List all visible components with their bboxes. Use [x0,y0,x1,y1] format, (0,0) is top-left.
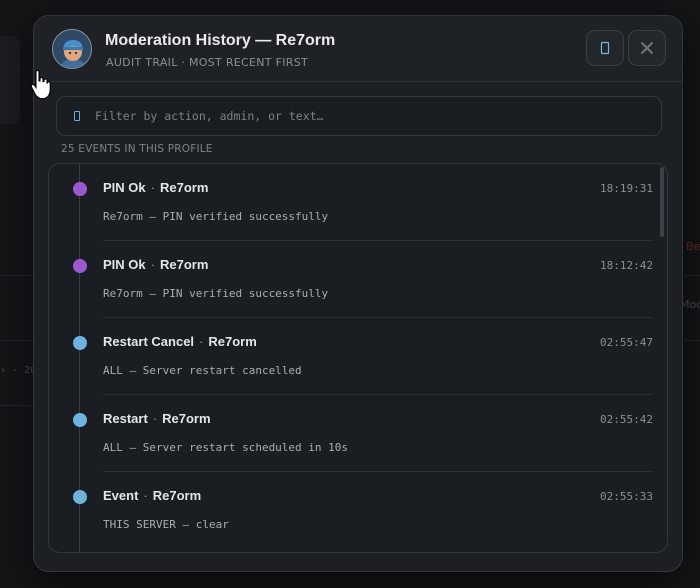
background-divider [0,275,33,276]
scrollbar[interactable] [660,167,664,237]
background-divider [683,275,700,276]
copy-icon [600,41,610,55]
event-time: 02:55:33 [600,490,653,503]
event-time: 18:19:31 [600,182,653,195]
event-action: Event [103,488,139,503]
background-text: Mod [680,298,700,311]
event-heading: PIN Ok · Re7orm [103,257,208,272]
modal-title: Moderation History — Re7orm [105,32,336,49]
separator: · [152,411,158,426]
separator: · [199,334,204,349]
background-text: Be [686,240,700,253]
event-action: Restart Cancel [103,334,195,349]
background-card [0,36,20,124]
background-divider [0,340,33,341]
filter-box[interactable] [56,96,662,136]
event-time: 02:55:47 [600,336,653,349]
close-button[interactable] [628,30,666,66]
event-item[interactable]: Event · Re7orm 02:55:33 THIS SERVER — clea… [49,472,667,549]
timeline-dot [73,413,87,427]
event-description: ALL — Server restart cancelled [103,364,302,377]
filter-icon [74,111,80,121]
event-admin: Re7orm [159,180,209,195]
event-list[interactable]: PIN Ok · Re7orm 18:19:31 Re7orm — PIN veri… [48,163,668,553]
avatar [52,29,92,69]
event-description: Re7orm — PIN verified successfully [103,210,329,223]
event-heading: Event · Re7orm [103,488,201,503]
close-icon [641,42,653,54]
moderation-history-modal: Moderation History — Re7orm AUDIT TRAIL … [33,15,683,572]
event-action: Restart [103,411,148,426]
background-divider [683,340,700,341]
timeline-dot [73,259,87,273]
event-heading: PIN Ok · Re7orm [103,180,208,195]
event-heading: Restart · Re7orm [103,411,211,426]
event-item[interactable]: PIN Ok · Re7orm 18:12:42 Re7orm — PIN veri… [49,241,667,318]
event-item[interactable]: PIN Ok · Re7orm 18:19:31 Re7orm — PIN veri… [49,164,667,241]
event-item[interactable]: Restart · Re7orm 02:55:42 ALL — Server res… [49,395,667,472]
event-admin: Re7orm [159,257,209,272]
timeline-dot [73,182,87,196]
modal-header: Moderation History — Re7orm AUDIT TRAIL … [34,16,682,82]
event-admin: Re7orm [152,488,202,503]
event-count: 25 EVENTS IN THIS PROFILE [61,143,213,155]
event-item[interactable]: Restart Cancel · Re7orm 02:55:47 ALL — Ser… [49,318,667,395]
event-description: Re7orm — PIN verified successfully [103,287,329,300]
event-description: ALL — Server restart scheduled in 10s [103,441,349,454]
event-time: 18:12:42 [600,259,653,272]
background-divider [0,405,33,406]
avatar-image [53,30,91,68]
event-admin: Re7orm [162,411,211,426]
copy-button[interactable] [586,30,624,66]
event-time: 02:55:42 [600,413,653,426]
event-admin: Re7orm [208,334,257,349]
event-heading: Restart Cancel · Re7orm [103,334,257,349]
timeline-dot [73,490,87,504]
hand-cursor-icon [30,70,51,100]
separator: · [150,257,155,272]
event-action: PIN Ok [103,180,146,195]
event-description: THIS SERVER — clear [103,518,229,531]
filter-input[interactable] [95,97,645,135]
separator: · [150,180,155,195]
event-action: PIN Ok [103,257,146,272]
modal-subtitle: AUDIT TRAIL · MOST RECENT FIRST [106,56,309,69]
background-text: › · 20 [0,365,35,376]
separator: · [143,488,148,503]
timeline-dot [73,336,87,350]
